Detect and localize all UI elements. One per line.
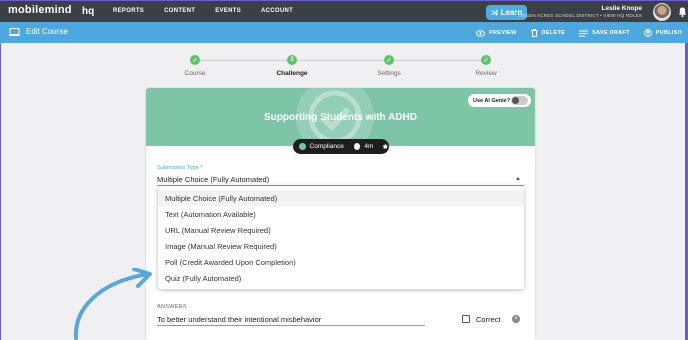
category-label: Compliance (309, 143, 344, 150)
step-label: Review (475, 70, 497, 77)
ai-genie-label: Use AI Genie? (473, 97, 511, 104)
check-icon: ✓ (481, 55, 491, 65)
step-settings[interactable]: ✓ Settings (359, 55, 419, 77)
dropdown-option[interactable]: Text (Automation Available) (158, 206, 524, 222)
nav-link-content[interactable]: CONTENT (164, 8, 195, 14)
page-title: Edit Course (26, 27, 68, 36)
nav-link-events[interactable]: EVENTS (215, 8, 241, 14)
dropdown-option[interactable]: Poll (Credit Awarded Upon Completion) (158, 254, 524, 270)
step-challenge[interactable]: 2 Challenge (262, 55, 322, 77)
step-number: 2 (287, 55, 297, 65)
submission-type-label: Submission Type * (157, 165, 203, 171)
edit-course-bar: Edit Course PREVIEW DELETE SAVE DRAFT PU… (0, 22, 688, 43)
frame-border (0, 43, 1, 340)
save-draft-button[interactable]: SAVE DRAFT (579, 29, 630, 37)
course-title: Supporting Students with ADHD (264, 112, 417, 123)
duration-label: 4m (364, 143, 374, 150)
trash-icon (531, 29, 538, 37)
save-draft-label: SAVE DRAFT (592, 30, 630, 36)
logo[interactable]: mobilemind (8, 4, 72, 16)
course-actions: PREVIEW DELETE SAVE DRAFT PUBLISH (476, 29, 682, 37)
edit-course-heading: Edit Course (9, 27, 68, 36)
course-meta-pill: Compliance 4m (293, 139, 389, 154)
top-navbar: mobilemind hq REPORTS CONTENT EVENTS ACC… (0, 0, 688, 22)
check-icon: ✓ (190, 55, 200, 65)
preview-label: PREVIEW (489, 30, 517, 36)
logo-text: mobilemind (8, 4, 72, 16)
laptop-icon (9, 27, 20, 36)
caret-up-icon[interactable] (516, 177, 520, 180)
publish-label: PUBLISH (655, 30, 682, 36)
user-name: Leslie Knope (601, 5, 642, 12)
answers-label: ANSWERS (157, 304, 187, 310)
product-name: hq (82, 6, 95, 17)
shuffle-icon (491, 9, 498, 16)
avatar[interactable] (653, 3, 671, 21)
step-label: Settings (377, 70, 401, 77)
answer-input[interactable]: To better understand their intentional m… (157, 315, 321, 324)
step-label: Challenge (276, 70, 308, 77)
delete-button[interactable]: DELETE (531, 29, 566, 37)
nav-links: REPORTS CONTENT EVENTS ACCOUNT (113, 8, 313, 14)
dropdown-option[interactable]: Multiple Choice (Fully Automated) (158, 190, 524, 206)
step-label: Course (184, 70, 206, 77)
remove-answer-icon[interactable]: × (512, 315, 520, 323)
eye-icon (476, 29, 486, 37)
course-banner: Supporting Students with ADHD Use AI Gen… (146, 88, 535, 146)
publish-button[interactable]: PUBLISH (643, 29, 682, 37)
step-course[interactable]: ✓ Course (165, 55, 225, 77)
course-stepper: ✓ Course 2 Challenge ✓ Settings ✓ Review (150, 53, 540, 83)
nav-link-reports[interactable]: REPORTS (113, 8, 144, 14)
ai-genie-toggle[interactable]: Use AI Genie? (468, 94, 531, 107)
preview-button[interactable]: PREVIEW (476, 29, 516, 37)
nav-link-account[interactable]: ACCOUNT (261, 8, 293, 14)
dropdown-option[interactable]: Quiz (Fully Automated) (158, 270, 524, 286)
check-icon: ✓ (384, 55, 394, 65)
stepper-line (195, 60, 490, 61)
publish-icon (643, 29, 652, 37)
delete-label: DELETE (541, 30, 566, 36)
draft-icon (579, 30, 589, 36)
step-review[interactable]: ✓ Review (456, 55, 516, 77)
bell-icon[interactable] (678, 6, 687, 18)
dropdown-option[interactable]: URL (Manual Review Required) (158, 222, 524, 238)
user-district[interactable]: GREEN ACRES SCHOOL DISTRICT • VIEW HQ RO… (519, 13, 642, 18)
correct-checkbox[interactable] (462, 315, 470, 323)
toggle-switch[interactable] (511, 96, 528, 105)
clock-icon (353, 143, 361, 150)
submission-type-select[interactable]: Multiple Choice (Fully Automated) (157, 175, 269, 184)
star-icon (382, 143, 389, 150)
correct-label: Correct (476, 315, 501, 324)
annotation-arrow-icon (73, 268, 152, 340)
genie-lamp-icon (512, 97, 519, 104)
category-icon (299, 143, 306, 150)
submission-type-dropdown: Multiple Choice (Fully Automated) Text (… (158, 186, 524, 289)
answer-underline (157, 325, 425, 326)
dropdown-option[interactable]: Image (Manual Review Required) (158, 238, 524, 254)
